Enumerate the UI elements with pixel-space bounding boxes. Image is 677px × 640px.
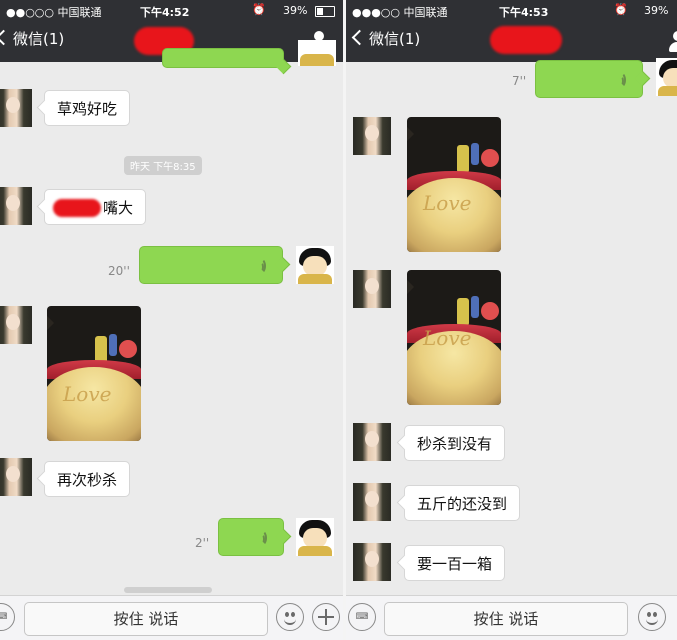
chevron-left-icon [0, 29, 12, 46]
message-bubble[interactable]: 五斤的还没到 [404, 485, 521, 521]
avatar-contact[interactable] [353, 423, 391, 461]
emoji-icon[interactable] [638, 603, 666, 631]
message-bubble[interactable]: 嘴大 [44, 189, 147, 225]
hold-to-talk-button[interactable]: 按住 说话 [24, 602, 268, 636]
voice-message-bubble[interactable] [218, 518, 284, 556]
nav-bar: 微信(1) [346, 22, 677, 62]
photo-caption-text: Love [423, 191, 472, 215]
photo-message[interactable]: Love [407, 117, 501, 252]
redacted-contact-name [490, 26, 562, 54]
status-bar: ●●○○○ 中国联通 下午4:52 ⏰ 39% [0, 0, 343, 22]
message-bubble[interactable]: 秒杀到没有 [404, 425, 506, 461]
chat-timestamp-partial [124, 587, 212, 593]
photo-caption-text: Love [63, 382, 112, 406]
voice-bubble-partial[interactable] [162, 48, 284, 68]
voice-wave-icon [259, 530, 273, 546]
message-text: 嘴大 [103, 199, 134, 217]
avatar-contact[interactable] [0, 306, 32, 344]
avatar-contact[interactable] [0, 458, 32, 496]
keyboard-toggle-icon[interactable]: ⌨ [0, 603, 15, 631]
plus-icon[interactable] [312, 603, 340, 631]
right-chat-screenshot: ●●●○○ 中国联通 下午4:53 ⏰ 39% 微信(1) 7'' Love L… [346, 0, 677, 640]
emoji-icon[interactable] [276, 603, 304, 631]
voice-wave-icon [618, 72, 632, 88]
back-button[interactable]: 微信(1) [0, 28, 64, 49]
contact-profile-icon[interactable] [668, 31, 677, 53]
battery-icon [315, 6, 335, 17]
avatar-contact[interactable] [353, 117, 391, 155]
left-chat-screenshot: ●●○○○ 中国联通 下午4:52 ⏰ 39% 微信(1) 草鸡好吃 昨天 下午… [0, 0, 343, 640]
avatar-contact[interactable] [353, 483, 391, 521]
back-label: 微信(1) [369, 30, 421, 48]
alarm-icon: ⏰ [614, 3, 628, 16]
battery-percent: 39% [283, 4, 308, 17]
redacted-text [53, 199, 101, 217]
message-bubble[interactable]: 草鸡好吃 [44, 90, 131, 126]
status-time: 下午4:52 [140, 6, 190, 19]
battery-percent: 39% [644, 4, 669, 17]
avatar-self[interactable] [656, 58, 677, 96]
avatar-contact[interactable] [0, 187, 32, 225]
voice-duration: 20'' [108, 264, 130, 278]
alarm-icon: ⏰ [252, 3, 266, 16]
voice-duration: 2'' [195, 536, 210, 550]
chat-timestamp: 昨天 下午8:35 [124, 156, 202, 175]
chevron-left-icon [351, 29, 368, 46]
voice-wave-icon [258, 258, 272, 274]
keyboard-toggle-icon[interactable]: ⌨ [348, 603, 376, 631]
carrier-signal: ●●○○○ 中国联通 [6, 6, 102, 19]
avatar-self[interactable] [296, 518, 334, 556]
hold-to-talk-button[interactable]: 按住 说话 [384, 602, 628, 636]
status-time: 下午4:53 [499, 6, 549, 19]
photo-message[interactable]: Love [47, 306, 141, 441]
voice-message-bubble[interactable] [535, 60, 643, 98]
input-bar: ⌨ 按住 说话 [346, 595, 677, 640]
message-bubble[interactable]: 再次秒杀 [44, 461, 131, 497]
input-bar: ⌨ 按住 说话 [0, 595, 343, 640]
avatar-contact[interactable] [353, 543, 391, 581]
message-bubble[interactable]: 要一百一箱 [404, 545, 506, 581]
status-bar: ●●●○○ 中国联通 下午4:53 ⏰ 39% [346, 0, 677, 22]
back-label: 微信(1) [13, 30, 65, 48]
carrier-signal: ●●●○○ 中国联通 [352, 6, 448, 19]
voice-duration: 7'' [512, 74, 527, 88]
avatar-contact[interactable] [353, 270, 391, 308]
back-button[interactable]: 微信(1) [351, 28, 421, 49]
voice-message-bubble[interactable] [139, 246, 283, 284]
photo-message[interactable]: Love [407, 270, 501, 405]
avatar-self-partial[interactable] [298, 40, 336, 66]
photo-caption-text: Love [423, 326, 472, 350]
avatar-self[interactable] [296, 246, 334, 284]
avatar-contact[interactable] [0, 89, 32, 127]
